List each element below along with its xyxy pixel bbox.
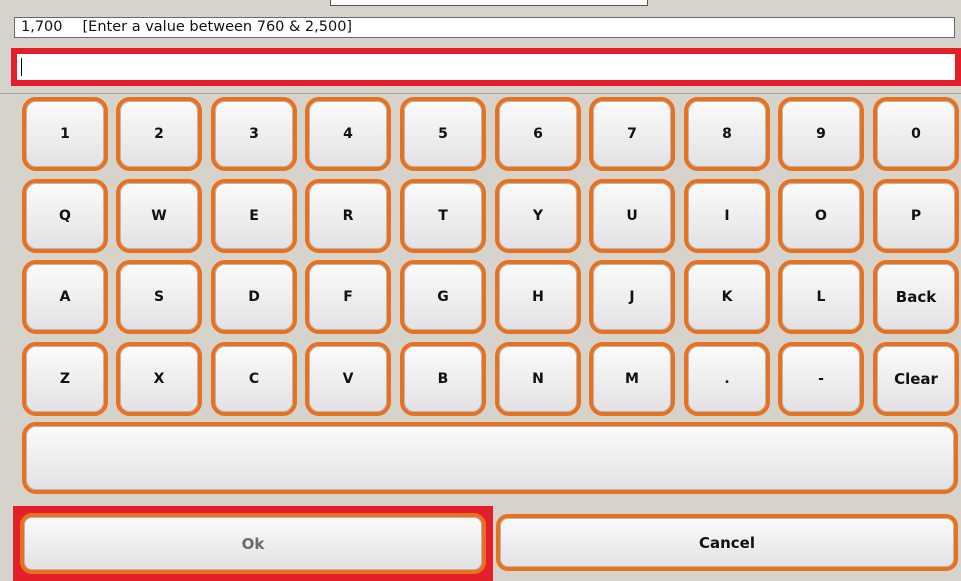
key-c[interactable]: C <box>211 342 297 416</box>
key-w[interactable]: W <box>116 179 202 253</box>
space-key[interactable] <box>22 422 958 494</box>
key-3[interactable]: 3 <box>211 97 297 171</box>
entry-highlight-frame <box>11 48 961 86</box>
key-2[interactable]: 2 <box>116 97 202 171</box>
divider <box>0 93 961 94</box>
top-tab-edge <box>330 0 648 6</box>
key-0[interactable]: 0 <box>873 97 959 171</box>
key-q[interactable]: Q <box>22 179 108 253</box>
cancel-button[interactable]: Cancel <box>496 514 958 571</box>
key-v[interactable]: V <box>305 342 391 416</box>
value-entry-input[interactable] <box>17 54 955 80</box>
text-caret <box>21 58 22 76</box>
key-d[interactable]: D <box>211 260 297 334</box>
key-z[interactable]: Z <box>22 342 108 416</box>
key-f[interactable]: F <box>305 260 391 334</box>
key-u[interactable]: U <box>589 179 675 253</box>
key-n[interactable]: N <box>495 342 581 416</box>
key-o[interactable]: O <box>778 179 864 253</box>
key-m[interactable]: M <box>589 342 675 416</box>
key-7[interactable]: 7 <box>589 97 675 171</box>
key-period[interactable]: . <box>684 342 770 416</box>
key-g[interactable]: G <box>400 260 486 334</box>
key-back[interactable]: Back <box>873 260 959 334</box>
key-y[interactable]: Y <box>495 179 581 253</box>
key-9[interactable]: 9 <box>778 97 864 171</box>
range-hint: [Enter a value between 760 & 2,500] <box>82 19 353 35</box>
key-4[interactable]: 4 <box>305 97 391 171</box>
key-b[interactable]: B <box>400 342 486 416</box>
key-a[interactable]: A <box>22 260 108 334</box>
key-t[interactable]: T <box>400 179 486 253</box>
key-1[interactable]: 1 <box>22 97 108 171</box>
ok-button[interactable]: Ok <box>20 513 486 574</box>
key-j[interactable]: J <box>589 260 675 334</box>
key-e[interactable]: E <box>211 179 297 253</box>
key-6[interactable]: 6 <box>495 97 581 171</box>
key-r[interactable]: R <box>305 179 391 253</box>
key-p[interactable]: P <box>873 179 959 253</box>
key-i[interactable]: I <box>684 179 770 253</box>
key-clear[interactable]: Clear <box>873 342 959 416</box>
key-l[interactable]: L <box>778 260 864 334</box>
key-8[interactable]: 8 <box>684 97 770 171</box>
key-x[interactable]: X <box>116 342 202 416</box>
key-k[interactable]: K <box>684 260 770 334</box>
key-s[interactable]: S <box>116 260 202 334</box>
key-h[interactable]: H <box>495 260 581 334</box>
current-value: 1,700 <box>21 19 63 35</box>
key-minus[interactable]: - <box>778 342 864 416</box>
current-value-bar: 1,700 [Enter a value between 760 & 2,500] <box>14 17 955 38</box>
ok-highlight-frame: Ok <box>13 506 493 581</box>
key-5[interactable]: 5 <box>400 97 486 171</box>
